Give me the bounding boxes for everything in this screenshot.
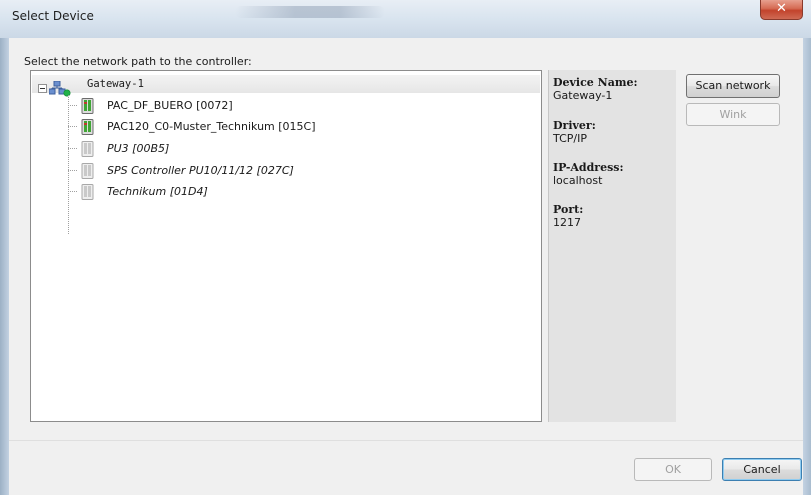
- ip-address-value: localhost: [553, 174, 603, 187]
- window-frame-right: [803, 38, 811, 495]
- tree-item-label[interactable]: PAC120_C0-Muster_Technikum [015C]: [107, 120, 316, 133]
- tree-root-gateway[interactable]: Gateway-1: [32, 75, 540, 97]
- wink-button[interactable]: Wink: [686, 103, 780, 126]
- tree-connector: [68, 191, 77, 192]
- controller-offline-icon: [81, 141, 94, 157]
- close-button[interactable]: ✕: [760, 0, 803, 20]
- title-bar-blur: [235, 6, 385, 18]
- device-info-panel: Device Name: Gateway-1 Driver: TCP/IP IP…: [548, 70, 676, 422]
- driver-value: TCP/IP: [553, 132, 587, 145]
- device-name-title: Device Name:: [553, 76, 638, 89]
- controller-online-icon: [81, 98, 94, 114]
- network-path-prompt: Select the network path to the controlle…: [24, 55, 252, 68]
- title-bar[interactable]: Select Device ✕: [0, 0, 811, 38]
- collapse-icon[interactable]: [38, 84, 47, 93]
- footer-separator: [9, 440, 803, 441]
- tree-item-label[interactable]: Technikum [01D4]: [107, 185, 208, 198]
- tree-connector: [68, 95, 69, 234]
- controller-offline-icon: [81, 184, 94, 200]
- port-value: 1217: [553, 216, 581, 229]
- tree-connector: [68, 105, 77, 106]
- controller-online-icon: [81, 119, 94, 135]
- cancel-button[interactable]: Cancel: [722, 458, 802, 481]
- device-name-value: Gateway-1: [553, 89, 613, 102]
- tree-connector: [68, 126, 77, 127]
- tree-item-label[interactable]: PAC_DF_BUERO [0072]: [107, 99, 233, 112]
- window-frame-left: [0, 38, 9, 495]
- ok-button[interactable]: OK: [634, 458, 712, 481]
- select-device-dialog: Select Device ✕ Select the network path …: [0, 0, 811, 495]
- tree-connector: [68, 148, 77, 149]
- close-icon: ✕: [776, 1, 787, 16]
- ip-address-title: IP-Address:: [553, 161, 624, 174]
- scan-network-button[interactable]: Scan network: [686, 74, 780, 98]
- tree-root-label: Gateway-1: [87, 78, 144, 90]
- port-title: Port:: [553, 203, 584, 216]
- tree-connector: [68, 170, 77, 171]
- network-tree[interactable]: Gateway-1 PAC_DF_BUERO [0072] PAC120_C0-…: [30, 70, 542, 422]
- dialog-title: Select Device: [12, 9, 94, 23]
- driver-title: Driver:: [553, 119, 596, 132]
- controller-offline-icon: [81, 163, 94, 179]
- tree-item-label[interactable]: SPS Controller PU10/11/12 [027C]: [107, 164, 294, 177]
- tree-item-label[interactable]: PU3 [00B5]: [107, 142, 169, 155]
